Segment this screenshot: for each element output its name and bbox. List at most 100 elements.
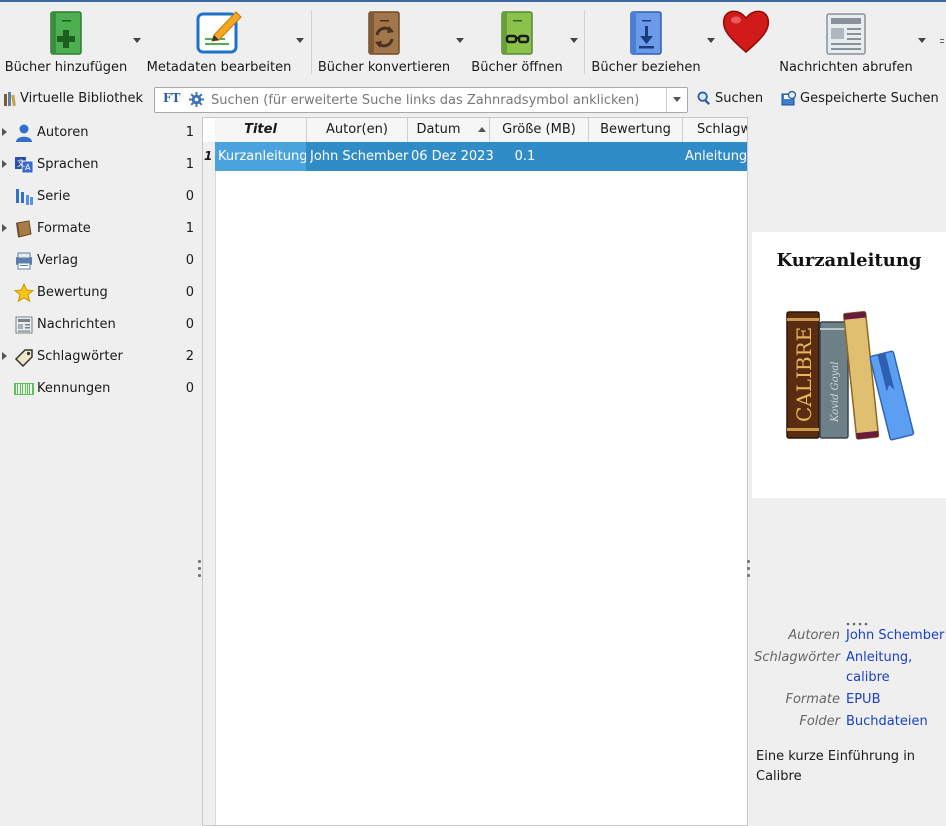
tag-category-rating[interactable]: Bewertung 0 — [0, 277, 199, 309]
column-header-rating[interactable]: Bewertung — [589, 118, 683, 142]
convert-books-button[interactable]: Bücher konvertieren — [314, 2, 454, 82]
donate-button[interactable] — [718, 2, 774, 82]
expand-arrow-icon[interactable] — [2, 224, 7, 232]
get-books-dropdown-arrow[interactable] — [707, 38, 715, 43]
metadata-label-folder: Folder — [799, 714, 840, 729]
gear-icon[interactable] — [189, 92, 204, 107]
convert-books-label: Bücher konvertieren — [317, 60, 451, 75]
column-header-title[interactable]: Titel — [215, 118, 307, 142]
view-books-label: Bücher öffnen — [471, 60, 563, 75]
cell-title[interactable]: Kurzanleitung — [215, 142, 306, 171]
tag-category-label: Bewertung — [37, 285, 108, 300]
view-books-dropdown-arrow[interactable] — [570, 38, 578, 43]
metadata-value-format-link[interactable]: EPUB — [846, 692, 881, 707]
column-header-authors[interactable]: Autor(en) — [307, 118, 408, 142]
library-icon — [4, 91, 16, 106]
cell-authors[interactable]: John Schember — [310, 142, 410, 171]
tag-category-count: 0 — [185, 317, 194, 332]
user-icon — [16, 124, 32, 142]
cover-spine-text-author: Kovid Goyal — [830, 362, 841, 423]
get-books-button[interactable]: Bücher beziehen — [588, 2, 704, 82]
book-cover[interactable]: Kurzanleitung CALIBRE Kovid Goyal — [752, 232, 946, 498]
add-books-label: Bücher hinzufügen — [4, 60, 128, 75]
table-row[interactable]: Kurzanleitung John Schember 06 Dez 2023 … — [215, 142, 747, 171]
edit-metadata-dropdown-arrow[interactable] — [296, 38, 304, 43]
toolbar-overflow-icon[interactable] — [940, 38, 946, 44]
tag-category-series[interactable]: Serie 0 — [0, 181, 199, 213]
column-header-date-label: Datum — [416, 122, 461, 137]
tag-icon — [14, 349, 33, 367]
series-icon — [16, 189, 33, 205]
cover-spine-text-calibre: CALIBRE — [792, 327, 816, 422]
metadata-label-tags: Schlagwörter — [754, 650, 840, 665]
tag-category-label: Nachrichten — [37, 317, 116, 332]
right-splitter-handle[interactable] — [747, 560, 751, 584]
cell-rating[interactable] — [589, 142, 683, 171]
tag-category-count: 1 — [185, 157, 194, 172]
add-book-icon — [50, 11, 82, 55]
expand-arrow-icon[interactable] — [2, 160, 7, 168]
column-header-tags[interactable]: Schlagw — [683, 118, 747, 142]
metadata-value-tag-link[interactable]: Anleitung, — [846, 650, 912, 665]
search-icon — [697, 91, 711, 106]
tag-browser: Autoren 1 文 A Sprachen 1 Serie 0 Formate… — [0, 117, 199, 826]
tag-category-languages[interactable]: 文 A Sprachen 1 — [0, 149, 199, 181]
search-box: FT — [154, 87, 688, 113]
tag-category-publisher[interactable]: Verlag 0 — [0, 245, 199, 277]
tag-category-label: Sprachen — [37, 157, 99, 172]
table-header: Titel Autor(en) Datum Größe (MB) Bewertu… — [215, 118, 747, 143]
tag-category-identifiers[interactable]: Kennungen 0 — [0, 373, 199, 405]
toolbar-separator — [584, 10, 585, 74]
saved-search-icon — [781, 91, 797, 106]
search-history-dropdown[interactable] — [666, 88, 687, 112]
tag-category-formats[interactable]: Formate 1 — [0, 213, 199, 245]
edit-metadata-button[interactable]: Metadaten bearbeiten — [146, 2, 292, 82]
convert-book-icon — [368, 11, 400, 55]
convert-books-dropdown-arrow[interactable] — [456, 38, 464, 43]
add-books-button[interactable]: Bücher hinzufügen — [0, 2, 132, 82]
edit-metadata-icon — [196, 11, 242, 54]
tag-category-count: 1 — [185, 221, 194, 236]
tag-category-count: 0 — [185, 285, 194, 300]
cell-date[interactable]: 06 Dez 2023 — [411, 142, 493, 171]
tag-category-authors[interactable]: Autoren 1 — [0, 117, 199, 149]
tag-category-count: 0 — [185, 381, 194, 396]
row-number: 1 — [204, 149, 213, 163]
languages-icon: 文 A — [15, 157, 34, 174]
star-icon — [14, 283, 34, 303]
book-list-table: Titel Autor(en) Datum Größe (MB) Bewertu… — [202, 117, 748, 826]
search-bar-row: Virtuelle Bibliothek FT Suchen (für erwe… — [0, 86, 946, 116]
main-toolbar: Bücher hinzufügen Metadaten bearbeiten B… — [0, 2, 946, 84]
news-icon — [15, 316, 33, 334]
metadata-value-tag-link[interactable]: calibre — [846, 670, 890, 685]
fetch-news-button[interactable]: Nachrichten abrufen — [776, 2, 916, 82]
cell-tags[interactable]: Anleitung, — [685, 142, 747, 171]
column-header-date[interactable]: Datum — [408, 118, 490, 142]
tag-category-tags[interactable]: Schlagwörter 2 — [0, 341, 199, 373]
tag-category-label: Autoren — [37, 125, 89, 140]
book-format-icon — [16, 220, 32, 238]
view-books-button[interactable]: Bücher öffnen — [466, 2, 568, 82]
book-comment: Eine kurze Einführung in Calibre — [756, 749, 916, 784]
fetch-news-dropdown-arrow[interactable] — [918, 38, 926, 43]
toolbar-separator — [311, 10, 312, 74]
column-header-size[interactable]: Größe (MB) — [490, 118, 589, 142]
add-books-dropdown-arrow[interactable] — [133, 38, 141, 43]
search-input[interactable] — [209, 90, 653, 110]
edit-metadata-label: Metadaten bearbeiten — [146, 60, 292, 75]
publisher-icon — [16, 252, 32, 270]
expand-arrow-icon[interactable] — [2, 128, 7, 136]
metadata-value-folder-link[interactable]: Buchdateien — [846, 714, 928, 729]
metadata-value-authors-link[interactable]: John Schember — [846, 628, 944, 643]
tag-category-label: Kennungen — [37, 381, 111, 396]
full-text-search-icon[interactable]: FT — [163, 91, 180, 105]
saved-searches-button[interactable]: Gespeicherte Suchen — [781, 91, 939, 106]
svg-text:A: A — [25, 163, 31, 172]
get-books-label: Bücher beziehen — [591, 60, 701, 75]
cell-size[interactable]: 0.1 — [491, 142, 589, 171]
metadata-label-formats: Formate — [785, 692, 840, 707]
search-button[interactable]: Suchen — [697, 91, 763, 106]
virtual-library-button[interactable]: Virtuelle Bibliothek — [4, 91, 143, 106]
expand-arrow-icon[interactable] — [2, 352, 7, 360]
tag-category-news[interactable]: Nachrichten 0 — [0, 309, 199, 341]
